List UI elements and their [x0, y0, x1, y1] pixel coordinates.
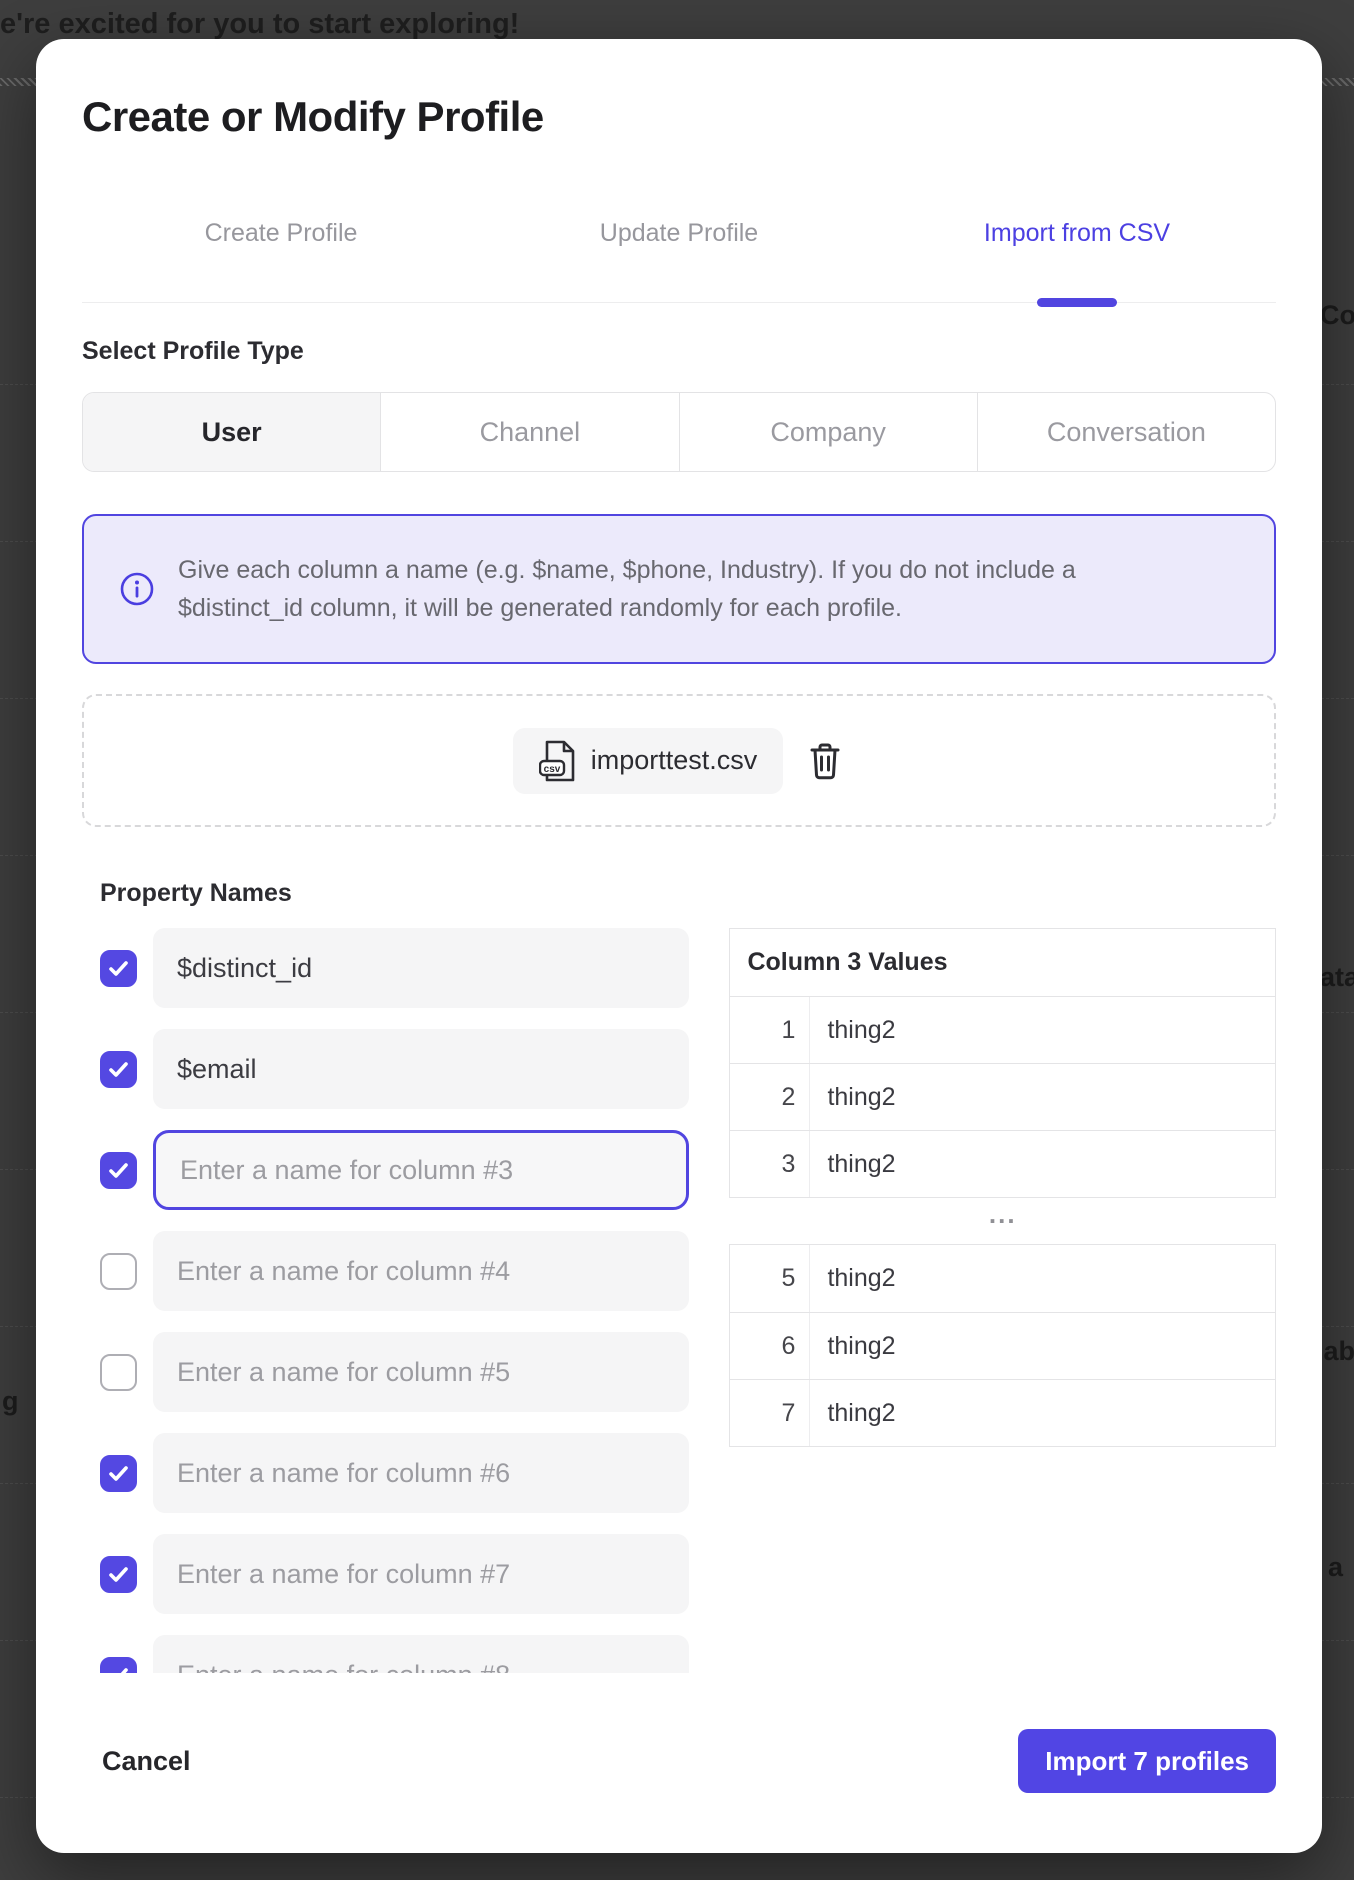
table-row: 6 thing2 — [730, 1312, 1275, 1379]
checkmark-icon — [107, 1664, 130, 1674]
background-text-fragment: Col — [1320, 300, 1354, 331]
property-row-1 — [100, 928, 689, 1008]
table-row: 2 thing2 — [730, 1063, 1275, 1130]
column-4-name-input[interactable] — [153, 1231, 689, 1311]
tab-create-profile[interactable]: Create Profile — [82, 219, 480, 248]
tab-import-from-csv[interactable]: Import from CSV — [878, 219, 1276, 248]
property-row-8 — [100, 1635, 689, 1673]
background-page-text: e're excited for you to start exploring! — [0, 8, 519, 41]
checkmark-icon — [107, 1563, 130, 1586]
background-text-fragment: ata — [1320, 962, 1354, 993]
property-names-heading: Property Names — [100, 879, 1276, 908]
checkmark-icon — [107, 1159, 130, 1182]
tab-update-profile[interactable]: Update Profile — [480, 219, 878, 248]
property-row-5 — [100, 1332, 689, 1412]
property-name-list — [100, 928, 689, 1673]
info-banner: Give each column a name (e.g. $name, $ph… — [82, 514, 1276, 664]
select-profile-type-label: Select Profile Type — [82, 337, 1276, 366]
property-row-7 — [100, 1534, 689, 1614]
checkmark-icon — [107, 957, 130, 980]
uploaded-filename: importtest.csv — [591, 745, 758, 776]
delete-file-button[interactable] — [805, 739, 845, 783]
csv-file-icon: csv — [539, 739, 577, 783]
column-8-checkbox[interactable] — [100, 1657, 137, 1674]
property-row-6 — [100, 1433, 689, 1513]
column-values-table-top: Column 3 Values 1 thing2 2 thing2 3 thin… — [729, 928, 1276, 1198]
column-5-name-input[interactable] — [153, 1332, 689, 1412]
profile-type-company[interactable]: Company — [680, 393, 978, 471]
row-value: thing2 — [810, 1131, 1275, 1197]
column-7-name-input[interactable] — [153, 1534, 689, 1614]
rows-ellipsis: ... — [729, 1198, 1276, 1244]
mapping-section: Column 3 Values 1 thing2 2 thing2 3 thin… — [82, 928, 1276, 1673]
dialog-title: Create or Modify Profile — [82, 91, 1276, 143]
table-row: 5 thing2 — [730, 1245, 1275, 1312]
column-2-name-input[interactable] — [153, 1029, 689, 1109]
column-3-checkbox[interactable] — [100, 1152, 137, 1189]
cancel-button[interactable]: Cancel — [102, 1746, 191, 1777]
tab-divider — [82, 302, 1276, 303]
background-text-fragment: a — [1328, 1552, 1343, 1583]
column-values-header: Column 3 Values — [730, 929, 1275, 996]
active-tab-underline — [1037, 298, 1117, 307]
row-value: thing2 — [810, 1380, 1275, 1446]
profile-type-user[interactable]: User — [83, 393, 381, 471]
table-row: 1 thing2 — [730, 996, 1275, 1063]
column-values-preview: Column 3 Values 1 thing2 2 thing2 3 thin… — [729, 928, 1276, 1673]
column-7-checkbox[interactable] — [100, 1556, 137, 1593]
table-row: 3 thing2 — [730, 1130, 1275, 1197]
import-profiles-button[interactable]: Import 7 profiles — [1018, 1729, 1276, 1793]
property-row-4 — [100, 1231, 689, 1311]
uploaded-file-chip[interactable]: csv importtest.csv — [513, 728, 784, 794]
dialog-footer: Cancel Import 7 profiles — [82, 1729, 1276, 1793]
column-1-checkbox[interactable] — [100, 950, 137, 987]
row-index: 7 — [730, 1380, 810, 1446]
row-value: thing2 — [810, 1064, 1275, 1130]
row-index: 5 — [730, 1245, 810, 1312]
column-2-checkbox[interactable] — [100, 1051, 137, 1088]
row-index: 3 — [730, 1131, 810, 1197]
column-values-table-bottom: 5 thing2 6 thing2 7 thing2 — [729, 1244, 1276, 1447]
info-banner-text: Give each column a name (e.g. $name, $ph… — [178, 551, 1076, 627]
row-index: 6 — [730, 1313, 810, 1379]
column-6-name-input[interactable] — [153, 1433, 689, 1513]
csv-upload-dropzone[interactable]: csv importtest.csv — [82, 694, 1276, 827]
create-or-modify-profile-dialog: Create or Modify Profile Create Profile … — [36, 39, 1322, 1853]
background-hatch-left — [0, 78, 36, 86]
row-index: 2 — [730, 1064, 810, 1130]
dialog-tabs: Create Profile Update Profile Import fro… — [82, 219, 1276, 248]
row-index: 1 — [730, 997, 810, 1063]
profile-type-conversation[interactable]: Conversation — [978, 393, 1275, 471]
property-row-2 — [100, 1029, 689, 1109]
info-icon — [120, 572, 154, 606]
trash-icon — [808, 741, 842, 781]
column-5-checkbox[interactable] — [100, 1354, 137, 1391]
profile-type-channel[interactable]: Channel — [381, 393, 679, 471]
background-text-fragment: g — [2, 1386, 19, 1417]
column-4-checkbox[interactable] — [100, 1253, 137, 1290]
table-row: 7 thing2 — [730, 1379, 1275, 1446]
row-value: thing2 — [810, 1313, 1275, 1379]
property-row-3 — [100, 1130, 689, 1210]
column-3-name-input[interactable] — [153, 1130, 689, 1210]
background-hatch-right — [1318, 78, 1354, 86]
column-6-checkbox[interactable] — [100, 1455, 137, 1492]
profile-type-segmented-control: User Channel Company Conversation — [82, 392, 1276, 472]
row-value: thing2 — [810, 1245, 1275, 1312]
row-value: thing2 — [810, 997, 1275, 1063]
svg-text:csv: csv — [543, 764, 560, 775]
checkmark-icon — [107, 1462, 130, 1485]
column-8-name-input[interactable] — [153, 1635, 689, 1673]
column-1-name-input[interactable] — [153, 928, 689, 1008]
checkmark-icon — [107, 1058, 130, 1081]
